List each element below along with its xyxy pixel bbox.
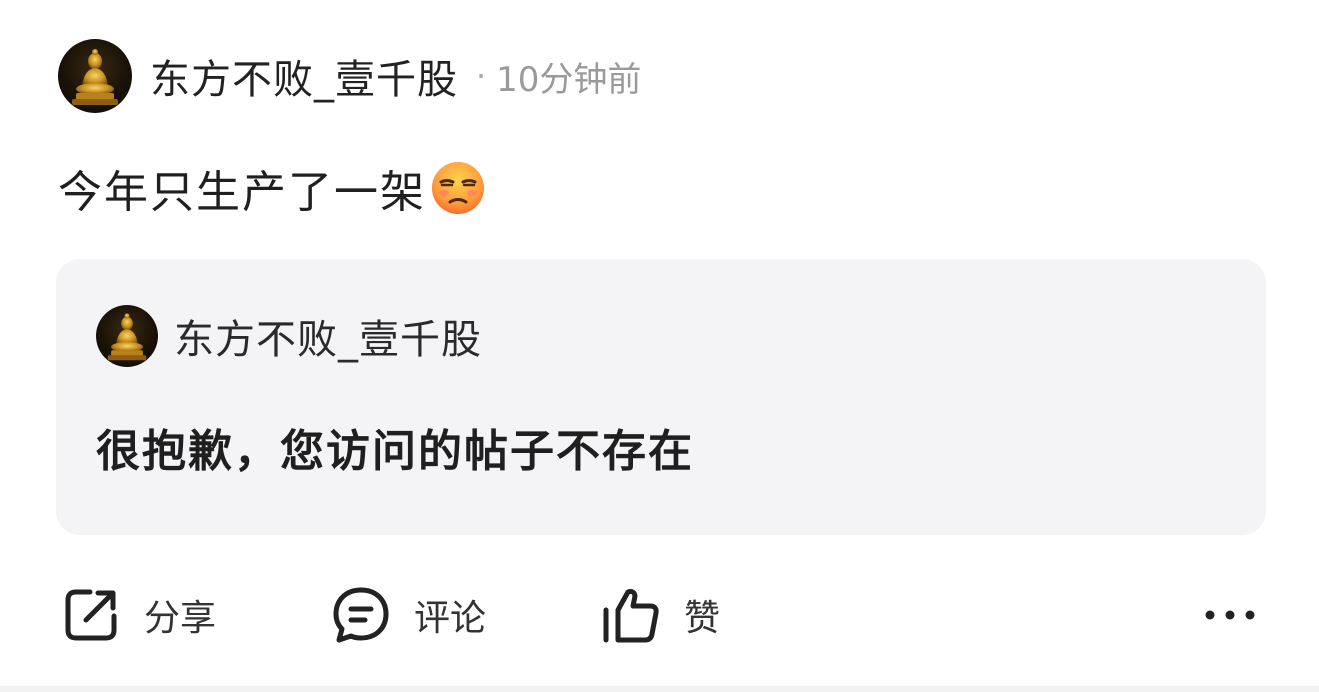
thumbs-up-icon: [603, 589, 659, 643]
unamused-face-icon: [432, 162, 484, 214]
comment-button[interactable]: 评论: [330, 580, 486, 650]
action-bar: 分享 评论 赞: [0, 580, 1319, 650]
like-label: 赞: [684, 598, 721, 639]
author-name[interactable]: 东方不败_壹千股: [150, 47, 458, 105]
post-header: 东方不败_壹千股 · 10分钟前: [58, 38, 641, 114]
avatar[interactable]: [58, 39, 132, 113]
buddha-icon: [72, 49, 118, 105]
quoted-avatar[interactable]: [96, 305, 158, 367]
post-content: 今年只生产了一架: [58, 156, 486, 220]
comment-icon: [333, 587, 389, 643]
like-button[interactable]: 赞: [600, 580, 720, 650]
post-card: 东方不败_壹千股 · 10分钟前 今年只生产了一架 东方不败_壹千股 很抱歉，您…: [0, 0, 1319, 692]
separator-dot: ·: [476, 57, 487, 95]
quoted-post-header: 东方不败_壹千股: [96, 305, 482, 367]
quoted-author-name[interactable]: 东方不败_壹千股: [174, 307, 482, 365]
quoted-post[interactable]: 东方不败_壹千股 很抱歉，您访问的帖子不存在: [56, 259, 1266, 535]
post-time: 10分钟前: [496, 59, 642, 100]
share-label: 分享: [144, 598, 217, 639]
divider: [0, 686, 1319, 692]
share-button[interactable]: 分享: [60, 580, 216, 650]
more-dots-icon: [1205, 610, 1255, 620]
share-icon: [65, 589, 117, 641]
post-text: 今年只生产了一架: [58, 167, 426, 218]
more-button[interactable]: [1198, 580, 1262, 650]
comment-label: 评论: [414, 598, 487, 639]
quoted-post-text: 很抱歉，您访问的帖子不存在: [96, 426, 694, 477]
buddha-icon: [107, 313, 147, 361]
